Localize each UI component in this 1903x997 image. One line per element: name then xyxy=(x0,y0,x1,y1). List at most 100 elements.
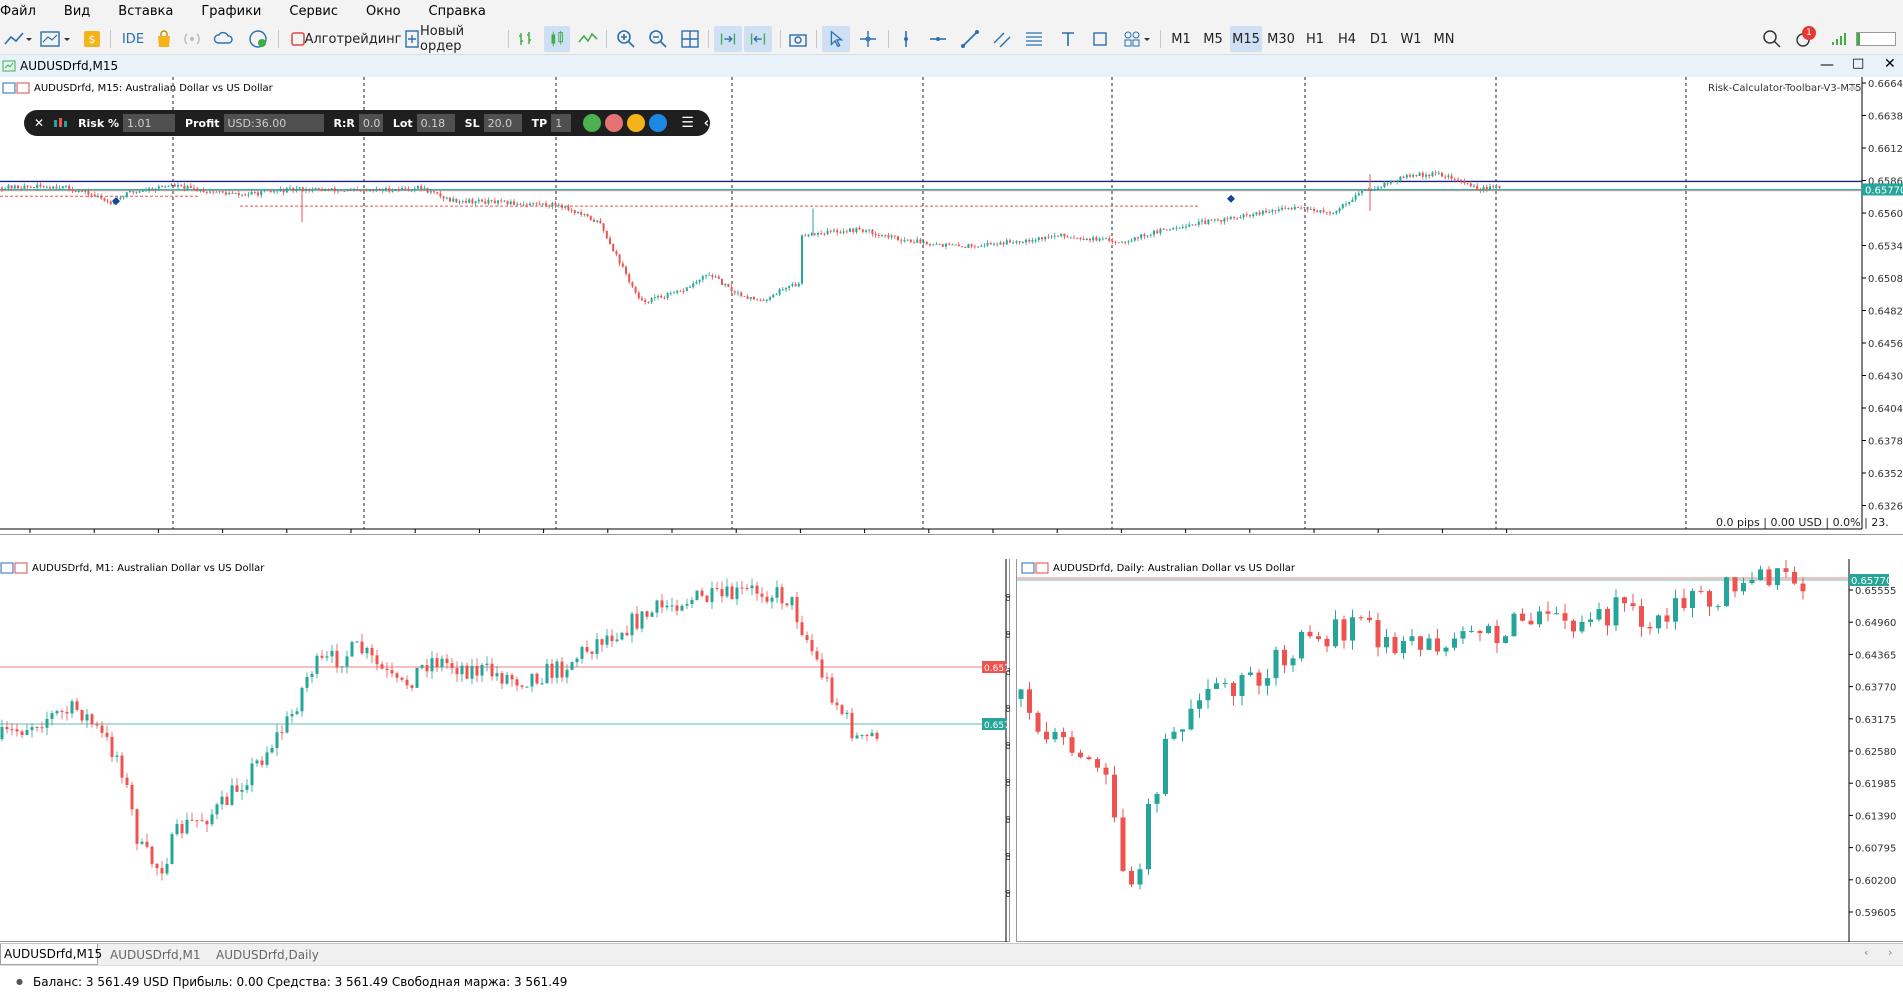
candle-body xyxy=(711,274,714,278)
candle-body xyxy=(80,709,84,721)
chart-window-title: AUDUSDrfd,M15 xyxy=(20,59,119,73)
tab-m1[interactable]: AUDUSDrfd,M1 xyxy=(110,944,206,965)
ide-button[interactable]: IDE xyxy=(118,26,148,52)
menu-icon[interactable]: ☰ xyxy=(681,115,694,131)
signal-strength-icon[interactable] xyxy=(1828,27,1852,51)
tf-mn[interactable]: MN xyxy=(1428,26,1460,52)
tab-daily[interactable]: AUDUSDrfd,Daily xyxy=(216,944,319,965)
candle-body xyxy=(449,197,451,202)
candle-body xyxy=(445,658,449,664)
zoom-out-icon[interactable] xyxy=(646,27,670,51)
risk-input[interactable]: 1.01 xyxy=(123,114,176,132)
chart-shift-button[interactable] xyxy=(744,26,772,52)
bar-chart-icon[interactable] xyxy=(514,27,538,51)
candle-body xyxy=(605,635,609,645)
price-label: 0.657 xyxy=(1005,704,1010,715)
new-order-button[interactable]: Новый ордер xyxy=(420,24,498,54)
scroll-left-icon[interactable]: ‹ xyxy=(1864,946,1868,959)
tf-m30[interactable]: M30 xyxy=(1264,26,1298,52)
chevron-down-icon[interactable] xyxy=(62,27,72,51)
menu-insert[interactable]: Вставка xyxy=(104,4,187,19)
crosshair-icon[interactable] xyxy=(856,27,880,51)
chart-daily[interactable]: 0.65555 0.64960 0.64365 0.63770 0.63175 0.625… xyxy=(1017,559,1903,942)
candle-body xyxy=(932,244,935,246)
candle-body xyxy=(1437,172,1440,174)
chart-daily-panel[interactable]: 0.65555 0.64960 0.64365 0.63770 0.63175 0.625… xyxy=(1016,559,1903,942)
tf-w1[interactable]: W1 xyxy=(1396,26,1426,52)
candle-body xyxy=(612,244,615,252)
autoscroll-button[interactable] xyxy=(714,26,742,52)
vertical-line-icon[interactable] xyxy=(894,27,918,51)
maximize-icon[interactable]: □ xyxy=(1852,56,1864,71)
collapse-icon[interactable]: ‹ xyxy=(704,116,709,131)
scroll-right-icon[interactable]: › xyxy=(1888,946,1892,959)
rr-input[interactable]: 0.0 xyxy=(358,114,383,132)
chart-m1[interactable]: 0.658 0.658 0.657 0.657 0.657 0.657 0.657 0.657… xyxy=(0,559,1010,942)
tf-h1[interactable]: H1 xyxy=(1300,26,1330,52)
menu-tools[interactable]: Сервис xyxy=(275,4,352,19)
close-icon[interactable]: ✕ xyxy=(34,116,44,130)
menu-charts[interactable]: Графики xyxy=(187,4,275,19)
market-icon[interactable]: $ xyxy=(80,27,104,51)
objects-icon[interactable] xyxy=(1120,27,1144,51)
fibonacci-icon[interactable] xyxy=(1022,27,1046,51)
menu-help[interactable]: Справка xyxy=(415,4,500,19)
lot-input[interactable]: 0.18 xyxy=(416,114,455,132)
tf-h4[interactable]: H4 xyxy=(1332,26,1362,52)
minimize-icon[interactable]: — xyxy=(1820,57,1834,73)
candle-body xyxy=(772,294,775,298)
tf-m1[interactable]: M1 xyxy=(1166,26,1196,52)
chart-m1-panel[interactable]: 0.658 0.658 0.657 0.657 0.657 0.657 0.657 0.657… xyxy=(0,559,1010,942)
candle-body xyxy=(397,189,400,191)
candle-body xyxy=(452,198,455,202)
sl-input[interactable]: 20.0 xyxy=(483,114,522,132)
menu-window[interactable]: Окно xyxy=(352,4,415,19)
tp-input[interactable]: 1 xyxy=(551,114,572,132)
candlestick-chart-button[interactable] xyxy=(544,26,570,52)
candle-body xyxy=(595,639,599,654)
zoom-in-icon[interactable] xyxy=(614,27,638,51)
horizontal-line-icon[interactable] xyxy=(926,27,950,51)
shape-icon[interactable] xyxy=(1088,27,1112,51)
candle-body xyxy=(1180,729,1185,732)
line-mode-icon[interactable] xyxy=(576,27,600,51)
line-chart-icon[interactable] xyxy=(2,27,26,51)
enter-button[interactable] xyxy=(649,114,668,132)
tab-m15[interactable]: AUDUSDrfd,M15 xyxy=(0,944,102,965)
menu-file[interactable]: Файл xyxy=(0,4,50,19)
text-icon[interactable] xyxy=(1056,27,1080,51)
trendline-icon[interactable] xyxy=(958,27,982,51)
profit-input[interactable]: USD:36.00 xyxy=(223,114,324,132)
chevron-down-icon[interactable] xyxy=(24,27,34,51)
sell-button[interactable] xyxy=(605,114,624,132)
candle-body xyxy=(929,244,931,246)
candle-body xyxy=(1181,227,1184,229)
algo-trading-button[interactable]: Алготрейдинг xyxy=(304,26,401,52)
chart-m15-panel[interactable]: 0.666400.663800.661200.658600.656000.653… xyxy=(0,77,1903,535)
tf-m5[interactable]: M5 xyxy=(1198,26,1228,52)
grid-icon[interactable] xyxy=(678,27,702,51)
chevron-down-icon[interactable] xyxy=(1142,27,1152,51)
close-icon[interactable]: ✕ xyxy=(1884,56,1896,72)
signal-icon[interactable] xyxy=(180,27,204,51)
screenshot-icon[interactable] xyxy=(786,27,810,51)
cursor-button[interactable] xyxy=(822,26,850,52)
candle-body xyxy=(195,820,199,822)
chart-template-icon[interactable] xyxy=(38,27,62,51)
menu-view[interactable]: Вид xyxy=(50,4,104,19)
buy-button[interactable] xyxy=(583,114,602,132)
chart-m15[interactable]: 0.666400.663800.661200.658600.656000.653… xyxy=(0,77,1903,535)
tf-m15[interactable]: M15 xyxy=(1230,26,1262,52)
bag-icon[interactable] xyxy=(152,27,176,51)
candle-body xyxy=(1412,175,1415,177)
candles-icon[interactable] xyxy=(52,115,68,131)
channel-icon[interactable] xyxy=(990,27,1014,51)
globe-icon[interactable] xyxy=(246,27,270,51)
pending-button[interactable] xyxy=(627,114,646,132)
search-icon[interactable] xyxy=(1760,27,1784,51)
candle-body xyxy=(55,711,59,714)
cloud-icon[interactable] xyxy=(212,27,236,51)
candle-body xyxy=(5,727,9,730)
tf-d1[interactable]: D1 xyxy=(1364,26,1394,52)
tp-label: TP xyxy=(531,116,548,130)
